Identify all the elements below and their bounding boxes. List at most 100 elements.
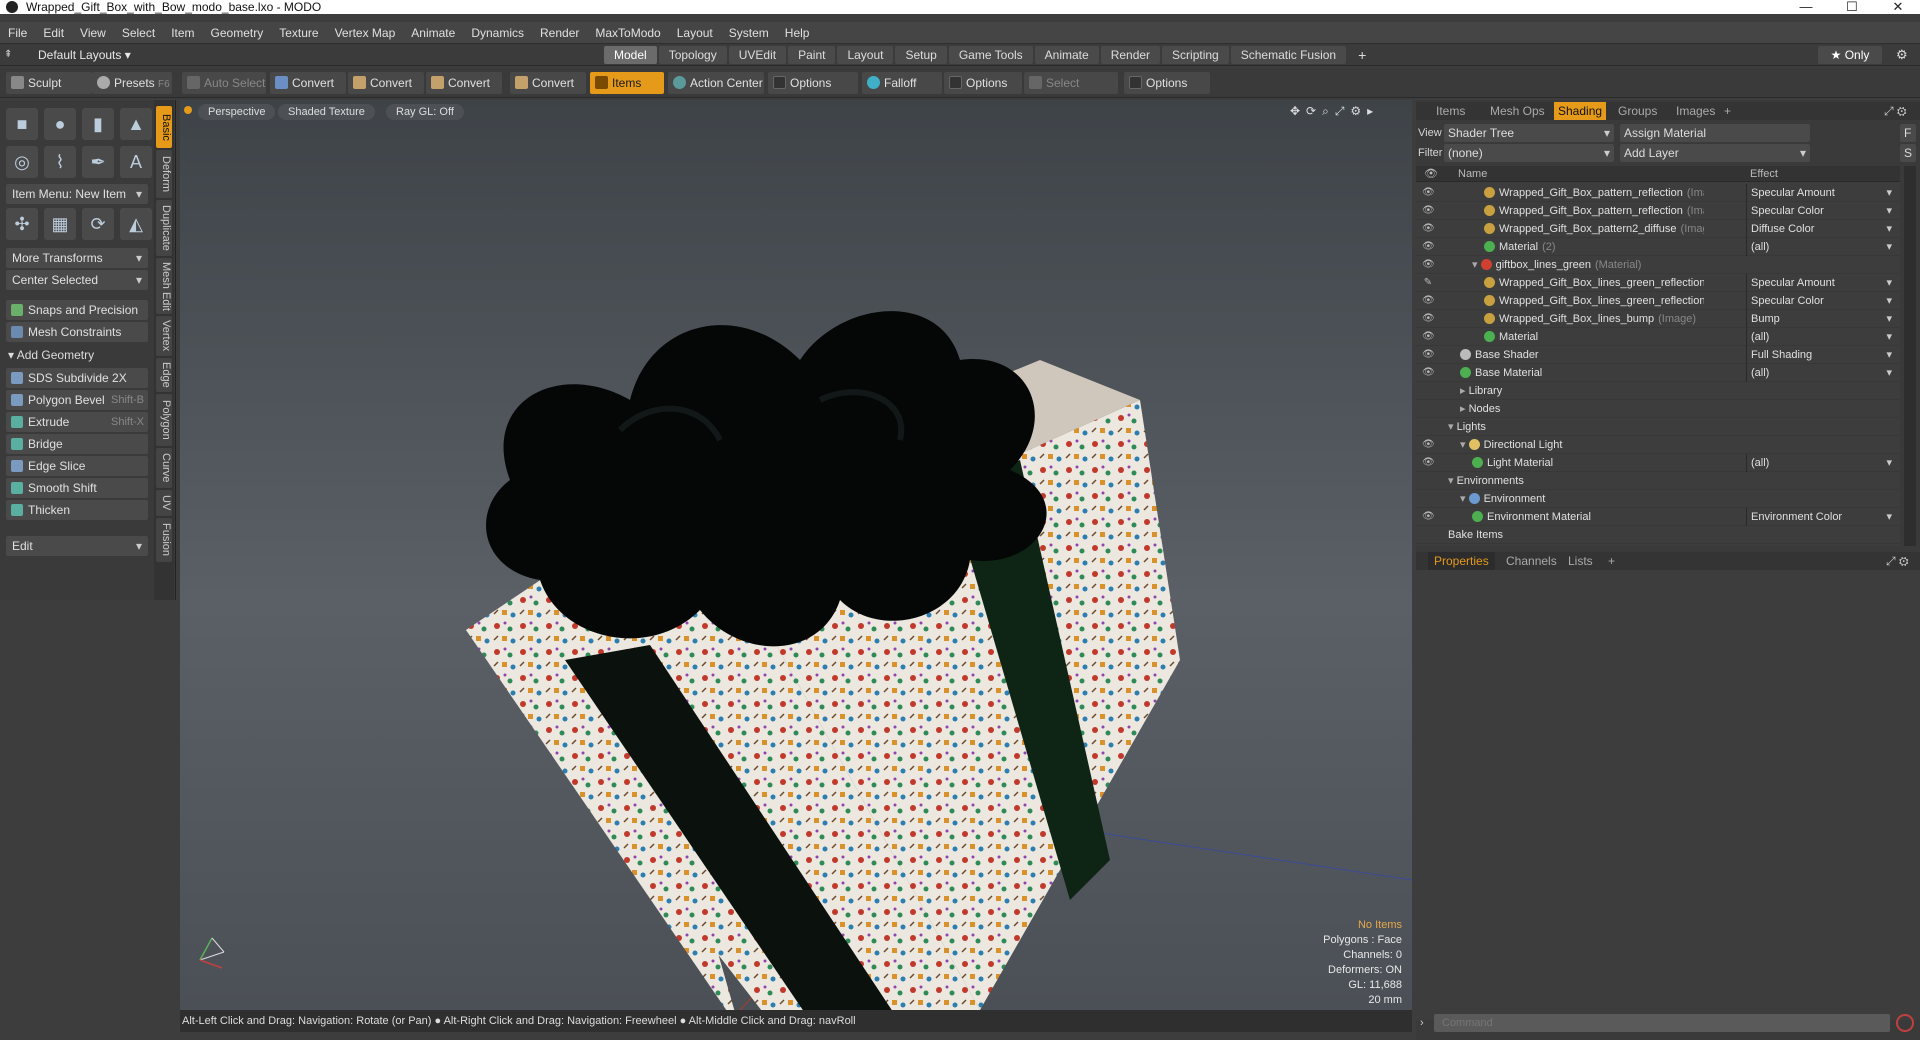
tab-animate[interactable]: Animate [1034,46,1099,64]
effect-dropdown[interactable]: Diffuse Color [1746,220,1896,238]
tab-render[interactable]: Render [1100,46,1161,64]
visibility-eye-icon[interactable]: 👁 [1422,349,1435,361]
cylinder-icon[interactable]: ▮ [82,108,114,140]
visibility-eye-icon[interactable]: 👁 [1422,295,1435,307]
view-dropdown[interactable]: Shader Tree [1444,124,1614,142]
expand-arrow-icon[interactable]: ▾ [1472,259,1481,271]
visibility-eye-icon[interactable]: ✎ [1422,277,1434,289]
panel-settings-icon[interactable]: ⤢ ⚙ [1880,102,1911,120]
options-button-1[interactable]: Options [768,72,858,94]
effect-column-header[interactable]: Effect [1750,166,1778,182]
menu-edit[interactable]: Edit [35,22,72,44]
smooth-shift-button[interactable]: Smooth Shift [6,478,148,498]
menu-vertex-map[interactable]: Vertex Map [327,22,404,44]
menu-select[interactable]: Select [114,22,163,44]
menu-dynamics[interactable]: Dynamics [463,22,532,44]
tab-layout[interactable]: Layout [837,46,894,64]
menu-system[interactable]: System [721,22,777,44]
convert-button-4[interactable]: Convert [510,72,586,94]
default-layouts-dropdown[interactable]: Default Layouts ▾ [38,44,131,66]
tree-row[interactable]: 👁 Light Material (all) [1416,454,1900,472]
action-center-button[interactable]: Action Center [668,72,764,94]
items-button[interactable]: Items [590,72,664,94]
vtab-basic[interactable]: Basic [156,106,172,148]
auto-select-button[interactable]: Auto Select [182,72,266,94]
menu-render[interactable]: Render [532,22,587,44]
menu-help[interactable]: Help [777,22,818,44]
visibility-eye-icon[interactable]: 👁 [1422,187,1435,199]
cone-icon[interactable]: ▲ [120,108,152,140]
vtab-edge[interactable]: Edge [156,358,172,392]
effect-dropdown[interactable]: (all) [1746,238,1896,256]
sculpt-button[interactable]: Sculpt [6,72,92,94]
tree-row[interactable]: ▾ Environment [1416,490,1900,508]
maximize-button[interactable]: ☐ [1834,0,1870,14]
tab-schematic-fusion[interactable]: Schematic Fusion [1230,46,1347,64]
effect-dropdown[interactable]: Full Shading [1746,346,1896,364]
tab-uvedit[interactable]: UVEdit [728,46,787,64]
tab-images[interactable]: Images [1672,102,1719,120]
visibility-eye-icon[interactable]: 👁 [1422,367,1435,379]
tree-row[interactable]: ▸ Library [1416,382,1900,400]
effect-dropdown[interactable]: Environment Color [1746,508,1896,526]
effect-dropdown[interactable]: (all) [1746,454,1896,472]
effect-dropdown[interactable]: Specular Color [1746,202,1896,220]
expand-arrow-icon[interactable]: ▸ [1460,403,1469,415]
edit-dropdown[interactable]: Edit [6,536,148,556]
effect-dropdown[interactable]: Specular Amount [1746,274,1896,292]
tree-row[interactable]: 👁 Wrapped_Gift_Box_pattern2_diffuse(Image… [1416,220,1900,238]
vtab-mesh-edit[interactable]: Mesh Edit [156,258,172,314]
vtab-fusion[interactable]: Fusion [156,518,172,562]
tree-row[interactable]: Bake Items [1416,526,1900,544]
polygon-bevel-button[interactable]: Polygon Bevel Shift-B [6,390,148,410]
tree-row[interactable]: 👁 Material (2) (all) [1416,238,1900,256]
menu-view[interactable]: View [72,22,114,44]
name-column-header[interactable]: Name [1458,166,1487,182]
expand-arrow-icon[interactable]: ▾ [1448,475,1457,487]
torus-icon[interactable]: ◎ [6,146,38,178]
menu-maxtomodo[interactable]: MaxToModo [587,22,668,44]
tab-game-tools[interactable]: Game Tools [948,46,1033,64]
menu-texture[interactable]: Texture [271,22,326,44]
only-button[interactable]: ★ Only [1818,46,1882,64]
effect-dropdown[interactable]: Bump [1746,310,1896,328]
add-properties-tab[interactable]: + [1602,552,1621,570]
close-button[interactable]: ✕ [1880,0,1916,14]
tab-setup[interactable]: Setup [895,46,947,64]
effect-dropdown[interactable]: (all) [1746,364,1896,382]
tab-properties[interactable]: Properties [1428,552,1495,570]
3d-viewport[interactable]: Perspective Shaded Texture Ray GL: Off ✥… [180,100,1412,1010]
tab-items[interactable]: Items [1432,102,1469,120]
expand-arrow-icon[interactable]: ▾ [1460,493,1469,505]
vtab-curve[interactable]: Curve [156,448,172,488]
menu-geometry[interactable]: Geometry [203,22,272,44]
tree-row[interactable]: 👁 Material (all) [1416,328,1900,346]
layout-toggle-icon[interactable]: ⇞ [4,49,12,60]
tree-row[interactable]: ▾ Lights [1416,418,1900,436]
grid-icon[interactable]: ▦ [44,208,76,240]
rotate-icon[interactable]: ⟳ [82,208,114,240]
scale-icon[interactable]: ◭ [120,208,152,240]
sds-subdivide-button[interactable]: SDS Subdivide 2X [6,368,148,388]
vtab-duplicate[interactable]: Duplicate [156,200,172,256]
tree-row[interactable]: 👁 Base Shader Full Shading [1416,346,1900,364]
tree-row[interactable]: ▾ Environments [1416,472,1900,490]
mesh-constraints-button[interactable]: Mesh Constraints [6,322,148,342]
visibility-eye-icon[interactable]: 👁 [1422,259,1435,271]
menu-layout[interactable]: Layout [669,22,721,44]
thicken-button[interactable]: Thicken [6,500,148,520]
options-button-2[interactable]: Options [944,72,1022,94]
visibility-eye-icon[interactable]: 👁 [1422,457,1435,469]
tree-row[interactable]: 👁 Environment Material Environment Color [1416,508,1900,526]
visibility-eye-icon[interactable]: 👁 [1422,223,1435,235]
minimize-button[interactable]: — [1788,0,1824,14]
tree-row[interactable]: 👁 Wrapped_Gift_Box_lines_bump (Image) Bump [1416,310,1900,328]
tab-groups[interactable]: Groups [1614,102,1661,120]
s-button[interactable]: S [1900,144,1916,162]
convert-button-3[interactable]: Convert [426,72,502,94]
tab-scripting[interactable]: Scripting [1162,46,1229,64]
tree-row[interactable]: ▸ Nodes [1416,400,1900,418]
center-selected-dropdown[interactable]: Center Selected [6,270,148,290]
tab-channels[interactable]: Channels [1500,552,1563,570]
tab-paint[interactable]: Paint [788,46,836,64]
